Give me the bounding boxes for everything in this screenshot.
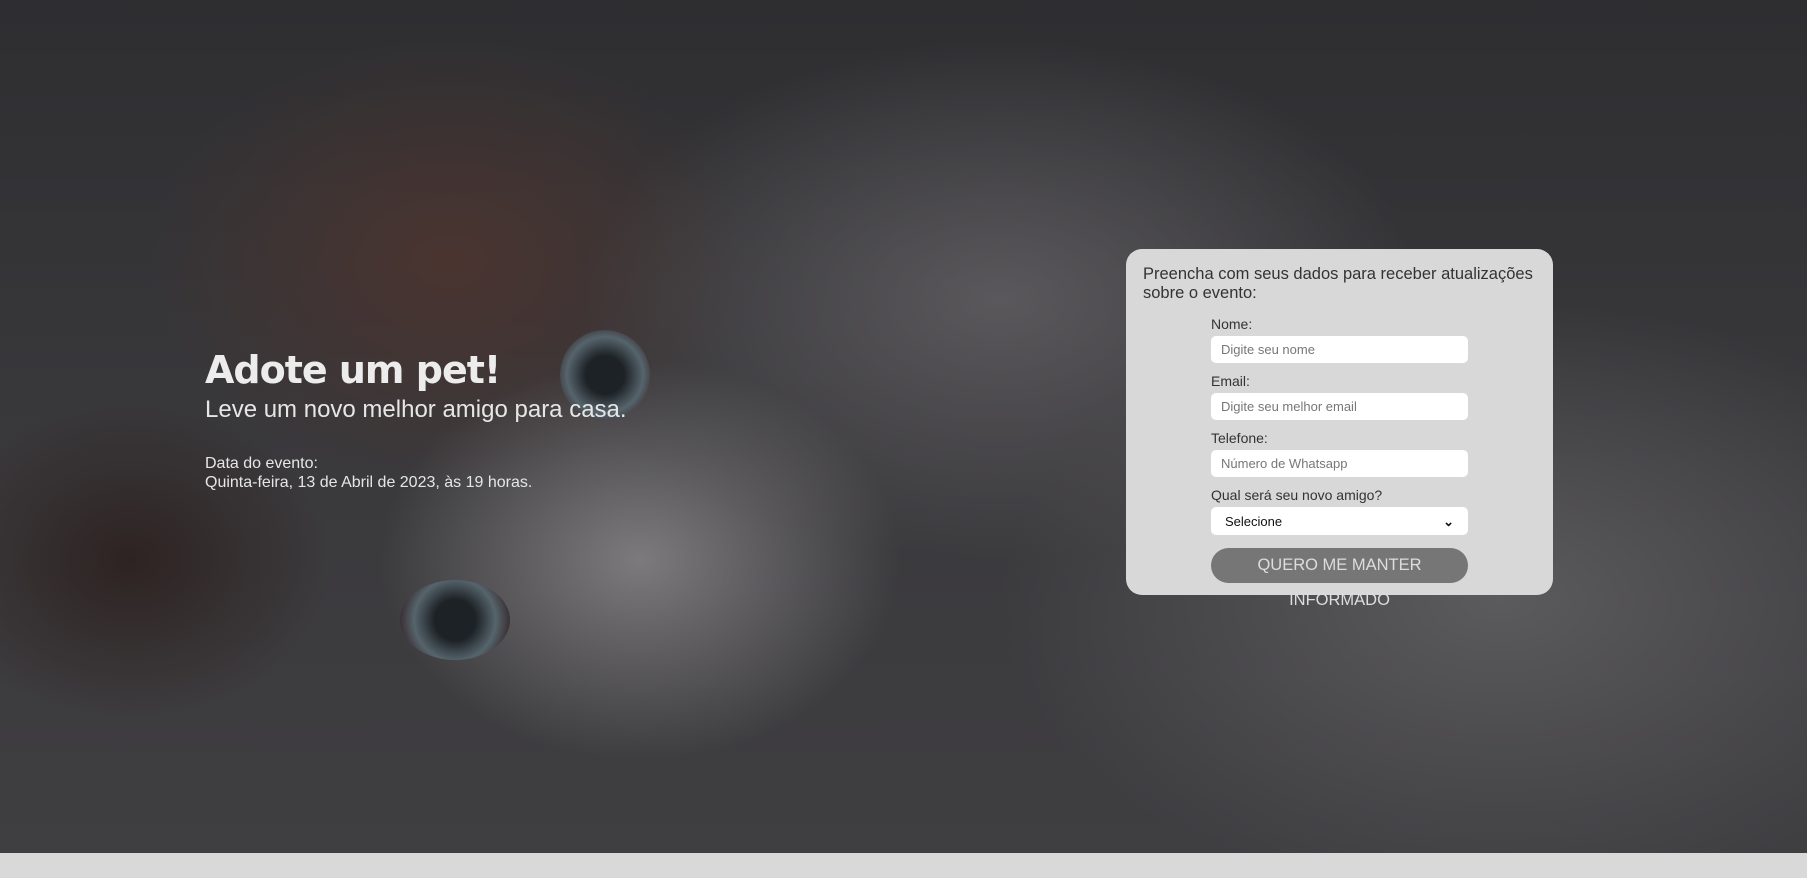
pet-label: Qual será seu novo amigo? — [1211, 487, 1383, 503]
form-intro: Preencha com seus dados para receber atu… — [1143, 265, 1533, 302]
footer-band — [0, 853, 1807, 878]
name-label: Nome: — [1211, 316, 1253, 332]
phone-input[interactable]: Número de Whatsapp — [1211, 450, 1468, 477]
signup-card: Preencha com seus dados para receber atu… — [1126, 249, 1553, 609]
pet-select[interactable]: Selecione ⌄ — [1211, 507, 1468, 535]
page-subtitle: Leve um novo melhor amigo para casa. — [205, 396, 627, 423]
name-input[interactable]: Digite seu nome — [1211, 336, 1468, 363]
hero-text: Adote um pet! Leve um novo melhor amigo … — [205, 348, 627, 492]
email-label: Email: — [1211, 373, 1250, 389]
pet-select-value: Selecione — [1225, 514, 1283, 529]
event-date-value: Quinta-feira, 13 de Abril de 2023, às 19… — [205, 474, 533, 491]
submit-button[interactable]: QUERO ME MANTER INFORMADO — [1211, 548, 1468, 609]
chevron-down-icon: ⌄ — [1443, 514, 1454, 529]
page-title: Adote um pet! — [205, 348, 501, 392]
cat-eye-image — [400, 580, 510, 660]
phone-label: Telefone: — [1211, 430, 1268, 446]
event-date: Data do evento: Quinta-feira, 13 de Abri… — [205, 454, 627, 492]
event-date-label: Data do evento: — [205, 455, 318, 472]
signup-form: Nome: Digite seu nome Email: Digite seu … — [1211, 316, 1468, 609]
email-input[interactable]: Digite seu melhor email — [1211, 393, 1468, 420]
